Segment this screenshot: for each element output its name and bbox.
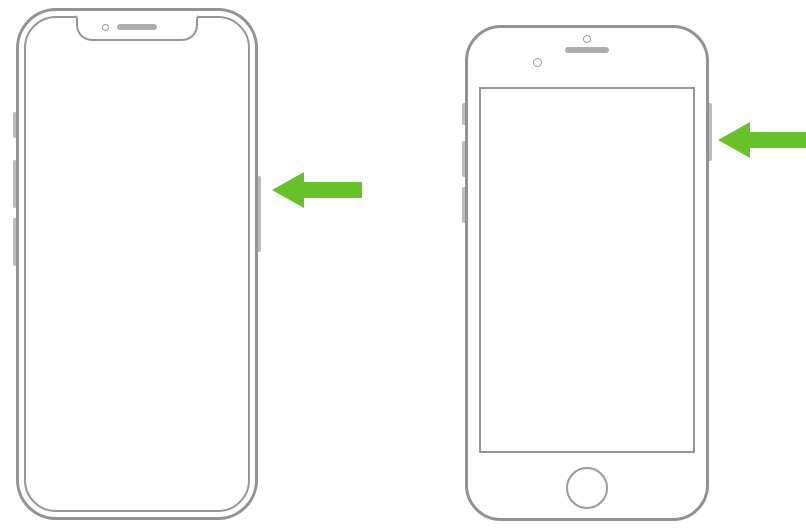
iphone-face-id bbox=[12, 8, 262, 520]
arrow-left-icon bbox=[272, 168, 362, 212]
phone-screen bbox=[24, 16, 250, 512]
proximity-sensor-icon bbox=[583, 35, 591, 43]
diagram-canvas bbox=[0, 0, 806, 530]
earpiece-speaker bbox=[565, 47, 609, 53]
front-camera-icon bbox=[533, 58, 542, 67]
arrow-left-icon bbox=[718, 118, 806, 162]
iphone-home-button bbox=[461, 25, 713, 521]
phone-screen bbox=[479, 87, 695, 453]
home-button bbox=[566, 467, 608, 509]
earpiece-speaker bbox=[117, 24, 157, 30]
front-camera-icon bbox=[102, 24, 109, 31]
